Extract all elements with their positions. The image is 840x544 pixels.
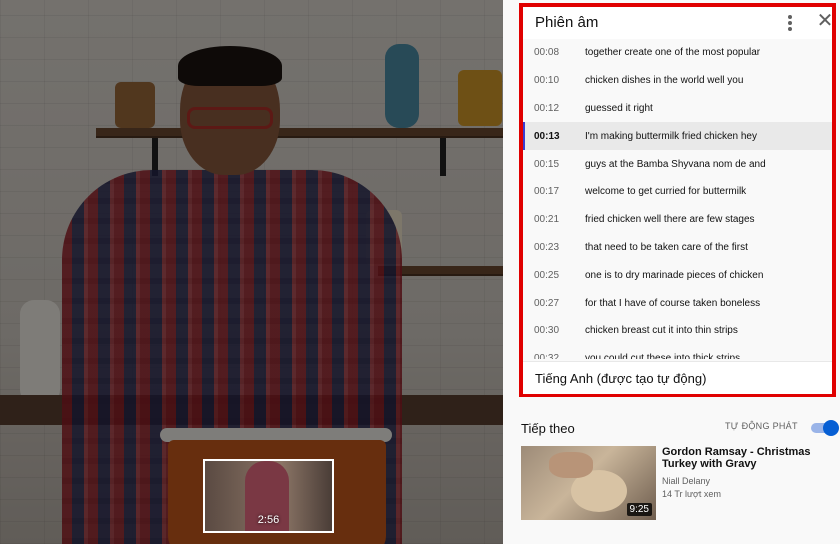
up-next-video-card[interactable]: 9:25 Gordon Ramsay - Christmas Turkey wi… bbox=[521, 446, 836, 520]
transcript-text: I'm making buttermilk fried chicken hey bbox=[585, 130, 757, 142]
transcript-row[interactable]: 00:27 for that I have of course taken bon… bbox=[523, 289, 832, 317]
transcript-timestamp: 00:13 bbox=[534, 130, 560, 142]
transcript-text: fried chicken well there are few stages bbox=[585, 214, 755, 226]
up-next-title: Tiếp theo bbox=[521, 421, 575, 436]
transcript-text: chicken breast cut it into thin strips bbox=[585, 325, 738, 337]
transcript-timestamp: 00:10 bbox=[534, 75, 560, 87]
transcript-row[interactable]: 00:32 you could cut these into thick stri… bbox=[523, 345, 832, 359]
close-icon[interactable]: ✕ bbox=[815, 11, 835, 32]
transcript-text: for that I have of course taken boneless bbox=[585, 297, 761, 309]
transcript-timestamp: 00:23 bbox=[534, 241, 560, 253]
transcript-row[interactable]: 00:30 chicken breast cut it into thin str… bbox=[523, 317, 832, 345]
transcript-header: Phiên âm ✕ bbox=[523, 7, 835, 39]
transcript-text: guys at the Bamba Shyvana nom de and bbox=[585, 158, 766, 170]
autoplay-label: TỰ ĐỘNG PHÁT bbox=[725, 421, 798, 431]
transcript-text: you could cut these into thick strips bbox=[585, 353, 741, 359]
transcript-timestamp: 00:27 bbox=[534, 297, 560, 309]
transcript-text: that need to be taken care of the first bbox=[585, 241, 748, 253]
transcript-text: together create one of the most popular bbox=[585, 47, 761, 59]
transcript-timestamp: 00:12 bbox=[534, 102, 560, 114]
transcript-timestamp: 00:25 bbox=[534, 269, 560, 281]
transcript-timestamp: 00:30 bbox=[534, 325, 560, 337]
transcript-text: guessed it right bbox=[585, 102, 653, 114]
video-duration-badge: 9:25 bbox=[626, 503, 652, 516]
more-options-icon[interactable] bbox=[783, 13, 797, 33]
transcript-row[interactable]: 00:12 guessed it right bbox=[523, 95, 832, 123]
transcript-timestamp: 00:15 bbox=[534, 158, 560, 170]
transcript-footer: Tiếng Anh (được tạo tự động) bbox=[523, 361, 832, 394]
transcript-row[interactable]: 00:10 chicken dishes in the world well yo… bbox=[523, 67, 832, 95]
video-channel[interactable]: Niall Delany bbox=[662, 476, 710, 486]
transcript-row[interactable]: 00:23 that need to be taken care of the f… bbox=[523, 234, 832, 262]
seek-preview-time: 2:56 bbox=[257, 514, 280, 526]
transcript-row[interactable]: 00:17 welcome to get curried for buttermi… bbox=[523, 178, 832, 206]
transcript-row[interactable]: 00:25 one is to dry marinade pieces of ch… bbox=[523, 261, 832, 289]
transcript-row[interactable]: 00:15 guys at the Bamba Shyvana nom de an… bbox=[523, 150, 832, 178]
video-thumbnail[interactable]: 9:25 bbox=[521, 446, 656, 520]
transcript-row[interactable]: 00:13 I'm making buttermilk fried chicken… bbox=[523, 122, 832, 151]
transcript-timestamp: 00:17 bbox=[534, 186, 560, 198]
transcript-timestamp: 00:21 bbox=[534, 214, 560, 226]
transcript-timestamp: 00:32 bbox=[534, 353, 560, 359]
video-view-count: 14 Tr lượt xem bbox=[662, 489, 721, 499]
transcript-text: one is to dry marinade pieces of chicken bbox=[585, 269, 764, 281]
transcript-panel: Phiên âm ✕ 00:08 together create one of t… bbox=[519, 3, 836, 397]
youtube-page: 2:56 Phiên âm ✕ 00:08 together create one… bbox=[0, 0, 840, 544]
transcript-text: chicken dishes in the world well you bbox=[585, 75, 744, 87]
video-player[interactable]: 2:56 bbox=[0, 0, 503, 544]
transcript-row[interactable]: 00:08 together create one of the most pop… bbox=[523, 39, 832, 67]
transcript-timestamp: 00:08 bbox=[534, 47, 560, 59]
autoplay-toggle[interactable] bbox=[809, 420, 839, 436]
transcript-row[interactable]: 00:21 fried chicken well there are few st… bbox=[523, 206, 832, 234]
transcript-list[interactable]: 00:08 together create one of the most pop… bbox=[523, 39, 832, 359]
transcript-text: welcome to get curried for buttermilk bbox=[585, 186, 747, 198]
transcript-title: Phiên âm bbox=[535, 14, 599, 31]
transcript-language-selector[interactable]: Tiếng Anh (được tạo tự động) bbox=[535, 371, 706, 386]
video-title[interactable]: Gordon Ramsay - Christmas Turkey with Gr… bbox=[662, 446, 832, 470]
